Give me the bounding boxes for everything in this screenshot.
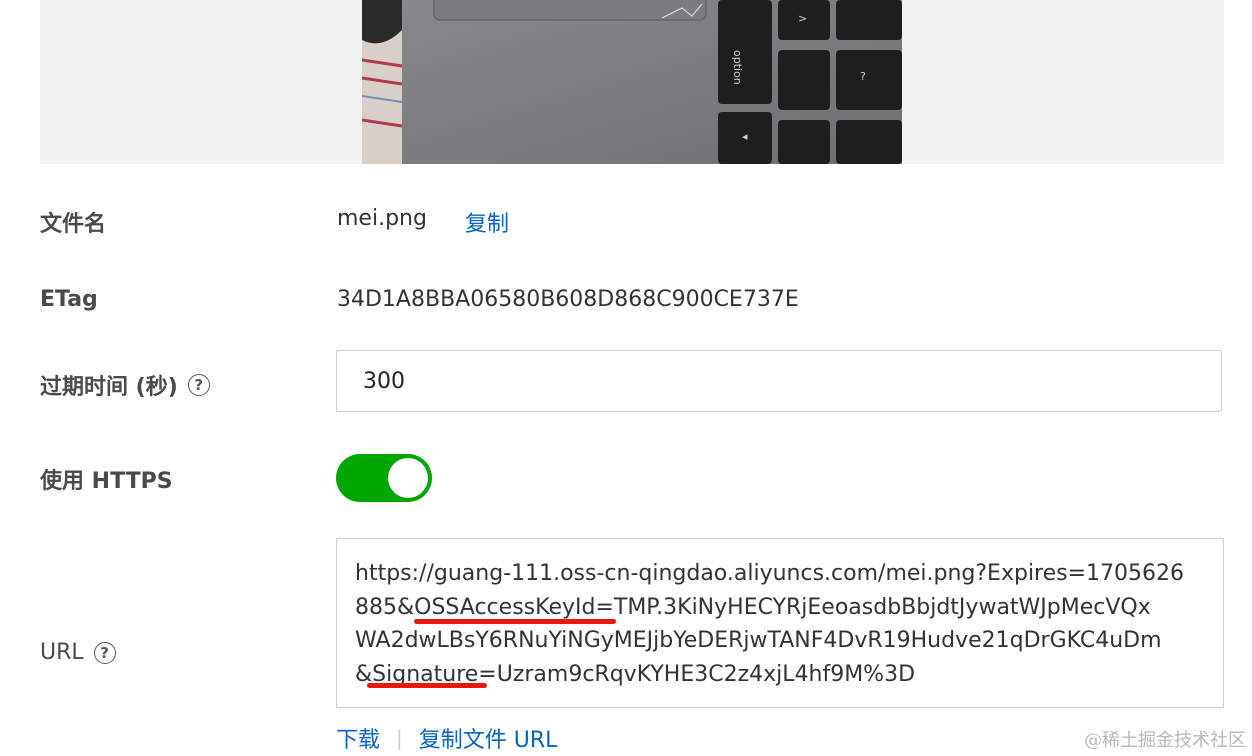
etag-value: 34D1A8BBA06580B608D868C900CE737E [337, 287, 799, 312]
watermark: @稀土掘金技术社区 [1084, 730, 1246, 751]
file-name-label: 文件名 [40, 212, 107, 237]
laptop-photo: option > ? ◂ [362, 0, 902, 164]
url-actions: 下载 | 复制文件 URL [336, 722, 557, 754]
file-name-value: mei.png [337, 206, 427, 231]
svg-text:option: option [731, 50, 744, 85]
svg-text:◂: ◂ [742, 130, 748, 143]
expire-label: 过期时间 (秒) [40, 375, 178, 400]
oss-access-key-underline [414, 619, 616, 624]
toggle-knob [388, 458, 428, 498]
url-label-row: URL ? [40, 640, 116, 665]
image-preview-area: option > ? ◂ [40, 0, 1224, 164]
expire-seconds-value: 300 [363, 368, 405, 394]
url-line: https://guang-111.oss-cn-qingdao.aliyunc… [355, 561, 1185, 586]
question-circle-icon[interactable]: ? [93, 641, 116, 664]
expire-seconds-input[interactable]: 300 [336, 350, 1222, 412]
copy-file-name-link[interactable]: 复制 [465, 206, 509, 238]
etag-label: ETag [40, 287, 98, 312]
url-label: URL [40, 640, 84, 665]
signature-underline [367, 683, 487, 688]
divider: | [396, 726, 403, 750]
expire-label-row: 过期时间 (秒) ? [40, 369, 210, 401]
file-detail-panel: option > ? ◂ 文件名 mei.png 复制 ETag 34D1A8B… [0, 0, 1252, 756]
image-preview: option > ? ◂ [362, 0, 902, 164]
https-label: 使用 HTTPS [40, 469, 173, 494]
download-link[interactable]: 下载 [336, 722, 380, 754]
svg-text:?: ? [860, 70, 866, 83]
https-toggle[interactable] [336, 454, 432, 502]
question-circle-icon[interactable]: ? [187, 374, 210, 396]
url-line: WA2dwLBsY6RNuYiNGyMEJjbYeDERjwTANF4DvR19… [355, 628, 1162, 653]
svg-text:>: > [798, 12, 807, 25]
copy-url-link[interactable]: 复制文件 URL [419, 722, 558, 754]
